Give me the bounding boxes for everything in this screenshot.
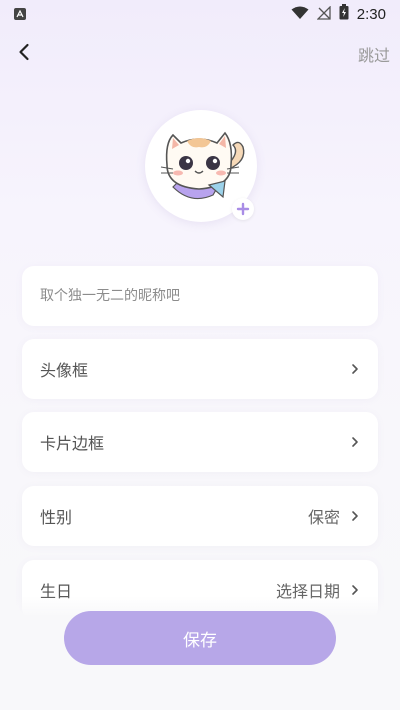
save-button[interactable]: 保存 (64, 611, 336, 665)
nickname-card (22, 266, 378, 326)
gender-value: 保密 (307, 508, 340, 527)
gender-label: 性别 (40, 508, 73, 527)
cat-avatar-icon (160, 131, 245, 200)
avatar-frame-label: 头像框 (40, 361, 89, 380)
no-signal-icon (316, 4, 331, 24)
nickname-input[interactable] (40, 288, 360, 304)
back-button[interactable] (12, 40, 36, 64)
add-avatar-button[interactable] (232, 198, 254, 220)
gender-row[interactable]: 性别 保密 (22, 486, 378, 546)
chevron-right-icon (350, 362, 360, 376)
chevron-right-icon (350, 509, 360, 523)
avatar-frame-row[interactable]: 头像框 (22, 339, 378, 399)
card-border-label: 卡片边框 (40, 434, 105, 453)
status-time: 2:30 (356, 5, 386, 23)
back-arrow-icon (19, 43, 29, 61)
skip-button[interactable]: 跳过 (358, 42, 390, 66)
chevron-right-icon (350, 435, 360, 449)
plus-icon (236, 202, 250, 216)
status-bar: 2:30 (0, 0, 400, 28)
avatar-picker[interactable] (145, 110, 257, 222)
card-border-row[interactable]: 卡片边框 (22, 412, 378, 472)
app-notification-icon (14, 8, 26, 20)
chevron-right-icon (350, 583, 360, 597)
wifi-icon (291, 5, 309, 24)
battery-icon (339, 4, 349, 24)
